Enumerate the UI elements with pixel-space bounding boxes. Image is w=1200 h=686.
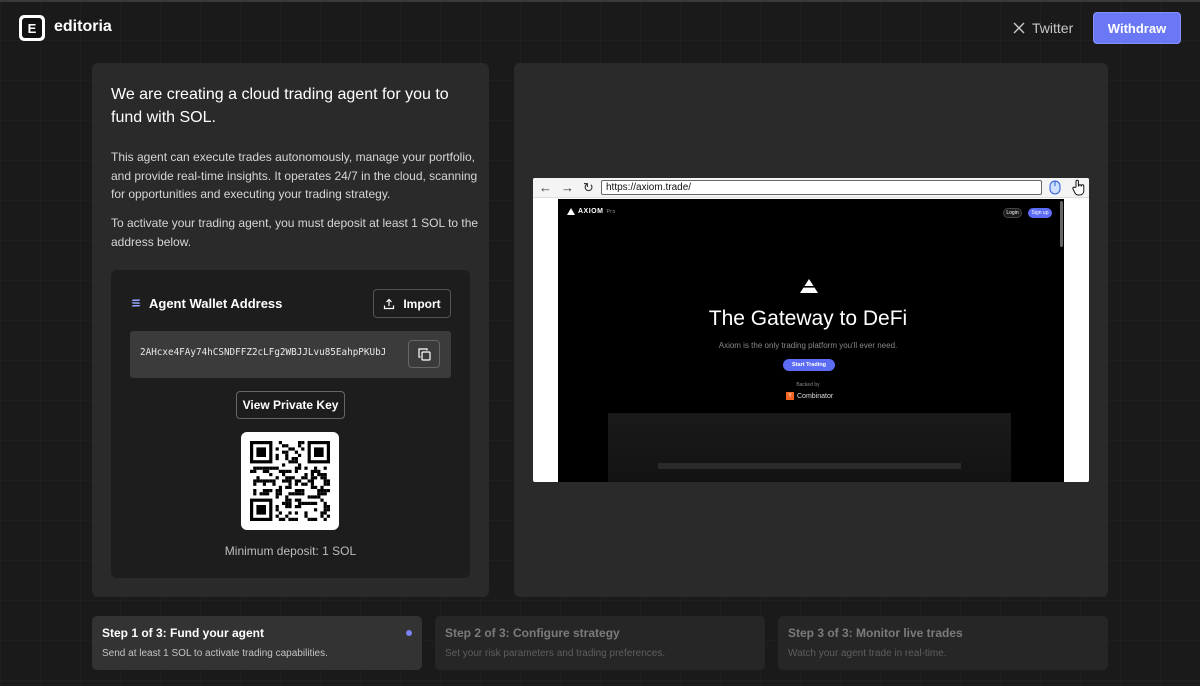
app-logo[interactable]: E: [19, 15, 45, 41]
step-description: Send at least 1 SOL to activate trading …: [102, 648, 328, 659]
axiom-emblem-icon: [800, 279, 818, 293]
active-step-indicator: [406, 630, 412, 636]
wallet-card: Agent Wallet Address Import 2AHcxe4FAy74…: [111, 270, 470, 578]
qr-code-icon: [250, 441, 330, 521]
axiom-logo[interactable]: AXIOM Pro: [567, 208, 616, 215]
backed-by-label: Backed by: [796, 382, 820, 388]
site-subheadline: Axiom is the only trading platform you'l…: [718, 341, 898, 350]
app-preview-toolbar: [658, 463, 961, 469]
step-description: Watch your agent trade in real-time.: [788, 648, 947, 659]
reload-icon[interactable]: ↻: [583, 180, 594, 196]
import-button[interactable]: Import: [373, 289, 451, 318]
browser-window: ← → ↻ https://axiom.trade/ AXIOM Pro Log…: [533, 178, 1089, 482]
axiom-logo-text: AXIOM: [578, 208, 604, 215]
address-bar[interactable]: https://axiom.trade/: [601, 180, 1042, 195]
step-fund-agent[interactable]: Step 1 of 3: Fund your agent Send at lea…: [92, 616, 422, 670]
wallet-title: Agent Wallet Address: [149, 296, 283, 311]
minimum-deposit: Minimum deposit: 1 SOL: [224, 544, 357, 558]
backer-name: Combinator: [797, 392, 834, 400]
website-viewport: AXIOM Pro Login Sign up The Gateway to D…: [558, 199, 1064, 482]
hand-pointer-icon[interactable]: [1071, 179, 1086, 196]
wallet-address-box: 2AHcxe4FAy74hCSNDFFZ2cLFg2WBJJLvu85EahpP…: [130, 331, 451, 378]
step-title: Step 1 of 3: Fund your agent: [102, 626, 265, 640]
wallet-address[interactable]: 2AHcxe4FAy74hCSNDFFZ2cLFg2WBJJLvu85EahpP…: [140, 347, 386, 358]
activation-note: To activate your trading agent, you must…: [111, 216, 479, 249]
app-preview-image: [608, 413, 1011, 482]
step-title: Step 3 of 3: Monitor live trades: [788, 626, 963, 640]
start-trading-button[interactable]: Start Trading: [783, 359, 835, 371]
copy-icon: [417, 347, 431, 361]
forward-icon[interactable]: →: [561, 180, 574, 195]
site-login-button[interactable]: Login: [1003, 208, 1022, 218]
y-combinator-icon: Y: [786, 392, 794, 400]
step-monitor-trades[interactable]: Step 3 of 3: Monitor live trades Watch y…: [778, 616, 1108, 670]
fund-agent-panel: We are creating a cloud trading agent fo…: [92, 63, 489, 597]
back-icon[interactable]: ←: [539, 180, 552, 195]
mouse-icon[interactable]: [1049, 180, 1061, 195]
backer-logo: Y Combinator: [786, 392, 833, 400]
site-signup-button[interactable]: Sign up: [1028, 208, 1052, 218]
view-private-key-button[interactable]: View Private Key: [236, 391, 345, 419]
step-description: Set your risk parameters and trading pre…: [445, 648, 666, 659]
site-headline: The Gateway to DeFi: [708, 307, 908, 330]
twitter-label: Twitter: [1032, 20, 1074, 36]
agent-description: This agent can execute trades autonomous…: [111, 150, 478, 201]
twitter-link[interactable]: Twitter: [1013, 19, 1073, 37]
axiom-triangle-icon: [567, 208, 575, 215]
copy-address-button[interactable]: [408, 340, 440, 368]
axiom-logo-suffix: Pro: [606, 208, 616, 215]
scrollbar[interactable]: [1060, 201, 1063, 247]
solana-icon: [131, 299, 141, 307]
x-icon: [1013, 22, 1025, 34]
upload-icon: [384, 298, 395, 309]
step-configure-strategy[interactable]: Step 2 of 3: Configure strategy Set your…: [435, 616, 765, 670]
panel-headline: We are creating a cloud trading agent fo…: [111, 86, 449, 126]
browser-toolbar: ← → ↻ https://axiom.trade/: [533, 178, 1089, 198]
logo-letter: E: [22, 18, 42, 38]
import-label: Import: [403, 296, 441, 311]
preview-panel: ← → ↻ https://axiom.trade/ AXIOM Pro Log…: [514, 63, 1108, 597]
wallet-qr-code: [241, 432, 339, 530]
withdraw-button[interactable]: Withdraw: [1093, 12, 1181, 44]
step-title: Step 2 of 3: Configure strategy: [445, 626, 620, 640]
brand-name[interactable]: editoria: [54, 18, 112, 36]
top-border: [0, 0, 1200, 2]
